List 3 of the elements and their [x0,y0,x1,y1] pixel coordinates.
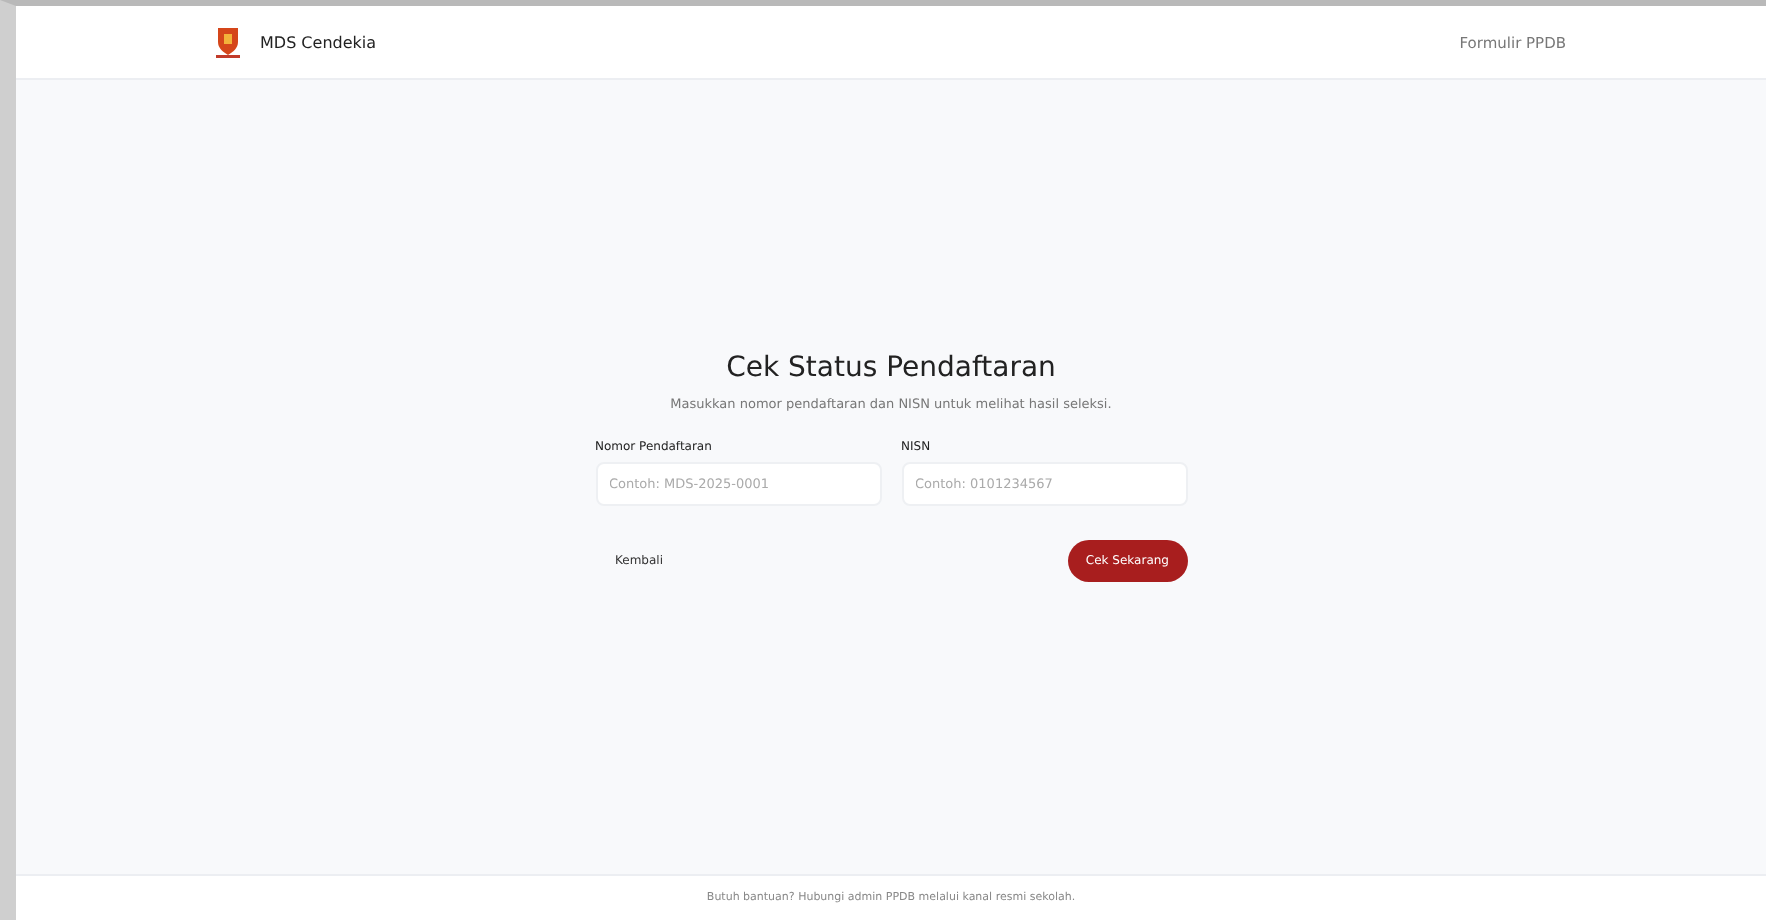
school-logo-icon [216,26,240,58]
page-title: Cek Status Pendaftaran [724,352,1058,384]
brand-name: MDS Cendekia [260,33,377,51]
